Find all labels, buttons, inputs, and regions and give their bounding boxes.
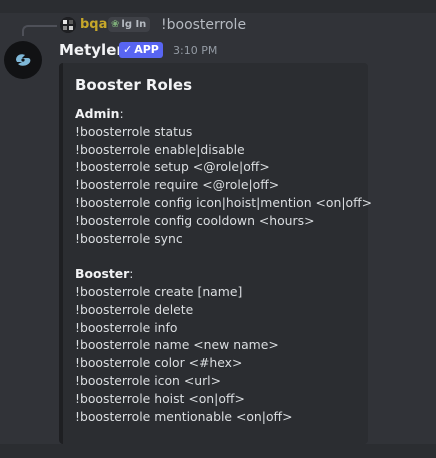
- top-divider: [0, 0, 436, 13]
- command-line: !boosterrole mentionable <on|off>: [75, 408, 293, 424]
- command-line: !boosterrole hoist <on|off>: [75, 390, 245, 406]
- command-line: !boosterrole require <@role|off>: [75, 177, 280, 193]
- command-line: !boosterrole sync: [75, 230, 183, 246]
- booster-section-title: Booster:: [75, 266, 134, 282]
- app-badge-label: APP: [134, 43, 159, 56]
- app-badge: ✓ APP: [119, 42, 163, 58]
- leaf-icon: ❀: [111, 19, 120, 30]
- embed-title: Booster Roles: [75, 76, 193, 94]
- command-line: !boosterrole status: [75, 123, 193, 139]
- bottom-divider: [0, 444, 436, 458]
- command-line: !boosterrole config cooldown <hours>: [75, 212, 315, 228]
- reply-preview[interactable]: bqa ❀ lg In !boosterrole: [0, 15, 436, 36]
- chat-view: bqa ❀ lg In !boosterrole Metylen ✓ APP 3…: [0, 0, 436, 458]
- command-line: !boosterrole delete: [75, 301, 194, 317]
- reply-text[interactable]: !boosterrole: [161, 16, 246, 34]
- admin-section-title: Admin:: [75, 106, 124, 121]
- bot-logo-icon[interactable]: [4, 41, 42, 79]
- embed-description: Admin: !boosterrole status !boosterrole …: [75, 105, 372, 425]
- command-line: !boosterrole name <new name>: [75, 337, 279, 353]
- checkmark-icon: ✓: [123, 43, 133, 56]
- command-line: !boosterrole color <#hex>: [75, 355, 243, 371]
- reply-spine: [22, 25, 57, 36]
- guild-tag-label: lg In: [121, 19, 147, 30]
- author-username[interactable]: Metylen: [59, 40, 127, 60]
- command-line: !boosterrole icon <url>: [75, 372, 221, 388]
- embed-card: Booster Roles Admin: !boosterrole status…: [59, 63, 372, 444]
- command-line: !boosterrole create [name]: [75, 283, 243, 299]
- pixel-avatar-icon[interactable]: [60, 17, 76, 33]
- reply-username[interactable]: bqa: [80, 16, 107, 34]
- command-line: !boosterrole config icon|hoist|mention <…: [75, 194, 373, 210]
- command-line: !boosterrole info: [75, 319, 178, 335]
- command-line: !boosterrole enable|disable: [75, 141, 245, 157]
- command-line: !boosterrole setup <@role|off>: [75, 159, 270, 175]
- guild-tag[interactable]: ❀ lg In: [108, 17, 151, 32]
- timestamp[interactable]: 3:10 PM: [173, 43, 217, 59]
